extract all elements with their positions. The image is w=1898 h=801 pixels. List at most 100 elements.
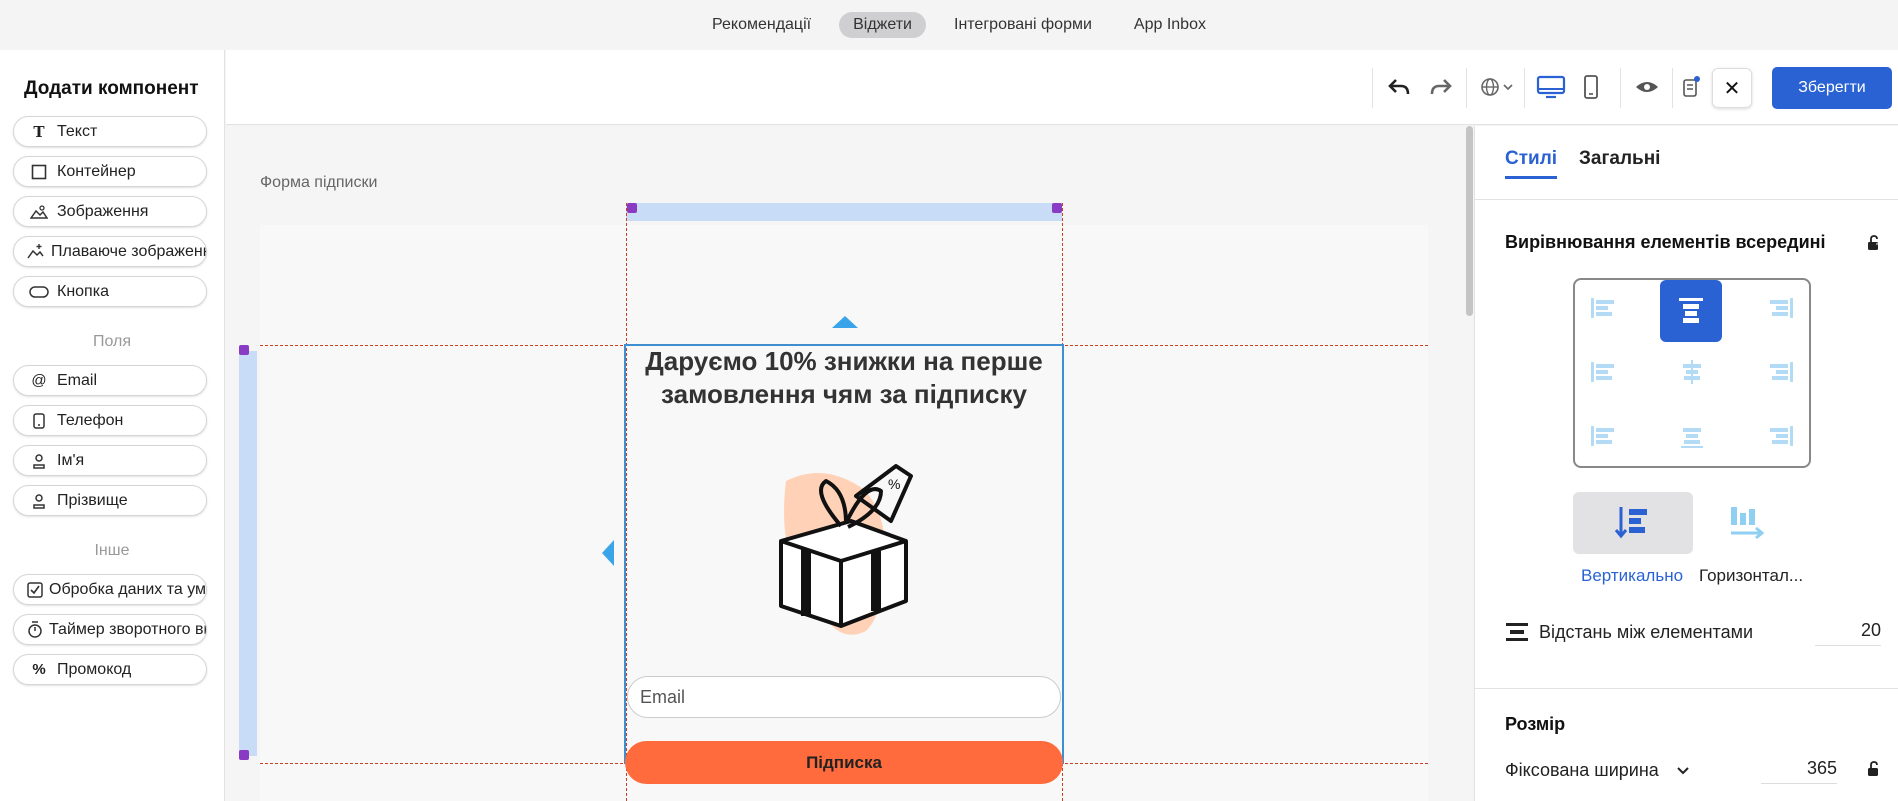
component-label: Прізвище xyxy=(57,491,128,509)
align-left-icon xyxy=(1591,426,1614,446)
align-top-center-button[interactable] xyxy=(1660,280,1722,342)
spacing-label: Відстань між елементами xyxy=(1539,622,1754,642)
align-section-title: Вирівнювання елементів всередині xyxy=(1505,232,1826,252)
person-icon xyxy=(27,493,51,509)
fields-section-label: Поля xyxy=(92,333,132,350)
spacing-input[interactable]: 20 xyxy=(1815,620,1881,646)
component-label: Зображення xyxy=(57,202,149,220)
tab-widgets[interactable]: Віджети xyxy=(839,12,926,38)
unlock-icon[interactable] xyxy=(1865,760,1883,778)
component-image[interactable]: Зображення xyxy=(13,196,207,227)
spacing-icon xyxy=(1506,623,1528,641)
form-headline[interactable]: Даруємо 10% знижки на перше замовлення ч… xyxy=(626,345,1062,411)
left-padding-handle[interactable] xyxy=(239,351,257,756)
field-first-name[interactable]: Ім'я xyxy=(13,445,207,476)
top-navigation: Рекомендації Віджети Інтегровані форми A… xyxy=(0,0,1898,50)
tab-general[interactable]: Загальні xyxy=(1579,148,1660,170)
align-top-center-icon xyxy=(1679,298,1703,323)
tab-recommendations[interactable]: Рекомендації xyxy=(698,12,825,38)
align-middle-left-button[interactable] xyxy=(1583,352,1623,392)
width-mode-select[interactable]: Фіксована ширина xyxy=(1505,760,1690,781)
svg-text:%: % xyxy=(888,476,900,492)
toolbar-divider xyxy=(1672,68,1673,108)
align-center-button[interactable] xyxy=(1672,352,1712,392)
align-center-icon xyxy=(1683,360,1701,384)
undo-button[interactable] xyxy=(1384,72,1414,102)
component-data-processing[interactable]: Обробка даних та умови xyxy=(13,574,207,605)
canvas-scrollbar[interactable] xyxy=(1466,126,1473,316)
section-divider xyxy=(1475,688,1898,689)
corner-handle[interactable] xyxy=(239,750,249,760)
text-icon: T xyxy=(33,122,45,141)
mobile-view-button[interactable] xyxy=(1576,72,1606,102)
align-bottom-left-button[interactable] xyxy=(1583,416,1623,456)
direction-horizontal-button[interactable] xyxy=(1687,492,1807,554)
horizontal-direction-icon xyxy=(1731,507,1765,540)
notes-button[interactable] xyxy=(1678,72,1704,102)
unlock-icon[interactable] xyxy=(1865,234,1883,252)
tab-app-inbox[interactable]: App Inbox xyxy=(1120,12,1220,38)
component-label: Кнопка xyxy=(57,282,109,300)
align-left-icon xyxy=(1591,362,1614,382)
eye-icon xyxy=(1636,82,1658,92)
undo-icon xyxy=(1388,79,1410,95)
corner-handle[interactable] xyxy=(627,203,637,213)
gift-illustration[interactable]: % xyxy=(756,451,936,651)
person-icon xyxy=(27,453,51,469)
email-input[interactable]: Email xyxy=(627,676,1061,718)
component-promo-code[interactable]: % Промокод xyxy=(13,654,207,685)
corner-handle[interactable] xyxy=(1052,203,1062,213)
field-email[interactable]: @ Email xyxy=(13,365,207,396)
redo-button[interactable] xyxy=(1426,72,1456,102)
width-input[interactable]: 365 xyxy=(1761,758,1837,784)
width-mode-value: Фіксована ширина xyxy=(1505,760,1659,780)
component-button[interactable]: Кнопка xyxy=(13,276,207,307)
image-icon xyxy=(27,204,51,220)
close-button[interactable]: ✕ xyxy=(1712,68,1752,108)
alignment-grid xyxy=(1573,278,1811,468)
component-countdown-timer[interactable]: Таймер зворотного відліку xyxy=(13,614,207,645)
align-middle-right-button[interactable] xyxy=(1761,352,1801,392)
tab-styles[interactable]: Стилі xyxy=(1505,148,1558,179)
direction-vertical-button[interactable] xyxy=(1573,492,1693,554)
component-label: Телефон xyxy=(57,411,124,429)
floating-image-icon xyxy=(27,243,45,261)
align-top-right-button[interactable] xyxy=(1761,288,1801,328)
subscribe-button[interactable]: Підписка xyxy=(625,741,1063,784)
add-component-panel: Додати компонент T Текст Контейнер Зобра… xyxy=(0,50,225,801)
component-label: Таймер зворотного відліку xyxy=(49,620,207,638)
align-bottom-center-button[interactable] xyxy=(1672,416,1712,456)
component-label: Текст xyxy=(57,122,98,140)
move-up-arrow-icon[interactable] xyxy=(830,314,860,330)
preview-button[interactable] xyxy=(1632,72,1662,102)
component-container[interactable]: Контейнер xyxy=(13,156,207,187)
mobile-icon xyxy=(1584,75,1598,99)
field-phone[interactable]: Телефон xyxy=(13,405,207,436)
tab-integrated-forms[interactable]: Інтегровані форми xyxy=(940,12,1106,38)
field-last-name[interactable]: Прізвище xyxy=(13,485,207,516)
language-dropdown[interactable] xyxy=(1478,72,1518,102)
save-button[interactable]: Зберегти xyxy=(1772,67,1892,109)
size-section-title: Розмір xyxy=(1505,714,1566,734)
editor-canvas[interactable]: Форма підписки Даруємо 10% знижки на пер… xyxy=(226,126,1472,801)
redo-icon xyxy=(1430,79,1452,95)
properties-panel: Стилі Загальні Вирівнювання елементів вс… xyxy=(1474,126,1898,801)
align-top-left-button[interactable] xyxy=(1583,288,1623,328)
top-padding-handle[interactable] xyxy=(626,203,1062,221)
align-bottom-right-button[interactable] xyxy=(1761,416,1801,456)
desktop-icon xyxy=(1536,75,1566,99)
toolbar-divider xyxy=(1620,68,1621,108)
desktop-view-button[interactable] xyxy=(1534,72,1568,102)
align-right-icon xyxy=(1770,426,1793,446)
corner-handle[interactable] xyxy=(239,345,249,355)
align-right-icon xyxy=(1770,298,1793,318)
component-floating-image[interactable]: Плаваюче зображення xyxy=(13,236,207,267)
move-left-arrow-icon[interactable] xyxy=(600,538,616,568)
component-label: Контейнер xyxy=(57,162,136,180)
toolbar-divider xyxy=(1524,68,1525,108)
direction-vertical-label: Вертикально xyxy=(1581,566,1684,585)
toolbar-divider xyxy=(1372,68,1373,108)
align-right-icon xyxy=(1770,362,1793,382)
container-icon xyxy=(27,164,51,180)
component-text[interactable]: T Текст xyxy=(13,116,207,147)
